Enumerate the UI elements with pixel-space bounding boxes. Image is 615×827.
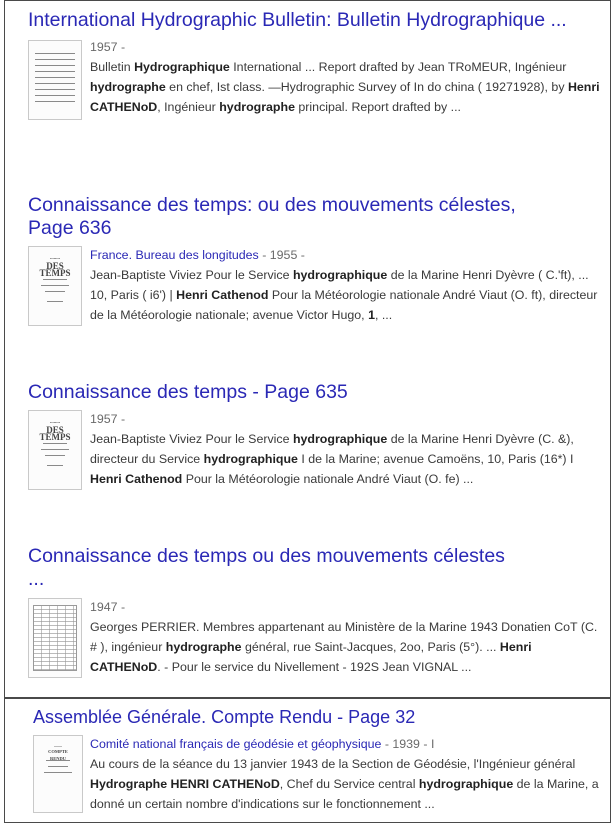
snippet-text: . - Pour le service du Nivellement - 192… <box>157 660 472 674</box>
result-body: France. Bureau des longitudes - 1955 - J… <box>90 245 605 325</box>
snippet-text: principal. Report drafted by ... <box>294 100 461 114</box>
book-thumbnail[interactable] <box>28 40 82 120</box>
thumbnail-heading: DES TEMPS <box>39 425 71 442</box>
snippet-highlight: hydrographe <box>90 80 166 94</box>
result-meta: - 1955 - <box>258 248 305 262</box>
result-body: Comité national français de géodésie et … <box>90 734 605 814</box>
result-body: 1957 - Jean-Baptiste Viviez Pour le Serv… <box>90 409 605 489</box>
snippet-text: Au cours de la séance du 13 janvier 1943… <box>90 757 576 771</box>
snippet-text: Jean-Baptiste Viviez Pour le Service <box>90 432 293 446</box>
result-meta: 1957 - <box>90 412 126 426</box>
book-thumbnail[interactable]: ........ DES TEMPS <box>28 246 82 326</box>
snippet-text: International ... Report drafted by Jean… <box>229 60 567 74</box>
result-snippet: Jean-Baptiste Viviez Pour le Service hyd… <box>90 265 605 325</box>
result-meta: 1947 - <box>90 600 126 614</box>
result-source-link[interactable]: Comité national français de géodésie et … <box>90 737 381 751</box>
result-snippet: Au cours de la séance du 13 janvier 1943… <box>90 754 605 814</box>
result-title-link[interactable]: Connaissance des temps: ou des mouvement… <box>28 194 548 240</box>
snippet-text: Pour la Météorologie nationale André Via… <box>182 472 474 486</box>
result-snippet: Jean-Baptiste Viviez Pour le Service hyd… <box>90 429 605 489</box>
snippet-text: Bulletin <box>90 60 135 74</box>
snippet-highlight: hydrographique <box>292 432 388 446</box>
snippet-text: en chef, Ist class. —Hydrographic Survey… <box>165 80 568 94</box>
snippet-highlight: Henri Cathenod <box>90 472 183 486</box>
snippet-text: , ... <box>374 308 393 322</box>
snippet-highlight: hydrographique <box>203 452 298 466</box>
snippet-highlight: hydrographe <box>219 100 295 114</box>
thumbnail-heading: DES TEMPS <box>39 261 71 278</box>
result-body: 1957 - Bulletin Hydrographique Internati… <box>90 37 605 117</box>
book-thumbnail[interactable]: ........ DES TEMPS <box>28 410 82 490</box>
book-thumbnail[interactable] <box>28 598 82 678</box>
snippet-highlight: 1 <box>368 308 375 322</box>
result-title-link[interactable]: Connaissance des temps ou des mouvements… <box>28 545 508 591</box>
result-body: 1947 - Georges PERRIER. Membres apparten… <box>90 597 605 677</box>
snippet-text: général, rue Saint-Jacques, 2oo, Paris (… <box>241 640 500 654</box>
result-title-link[interactable]: Assemblée Générale. Compte Rendu - Page … <box>33 706 593 729</box>
snippet-text: , Chef du Service central <box>279 777 419 791</box>
snippet-highlight: hydrographique <box>292 268 388 282</box>
result-snippet: Bulletin Hydrographique International ..… <box>90 57 605 117</box>
book-thumbnail[interactable]: ........ COMPTE RENDU <box>33 735 83 813</box>
result-title-link[interactable]: Connaissance des temps - Page 635 <box>28 381 588 404</box>
result-source-link[interactable]: France. Bureau des longitudes <box>90 248 259 262</box>
snippet-highlight: Henri Cathenod <box>176 288 269 302</box>
result-meta: 1957 - <box>90 40 126 54</box>
snippet-highlight: hydrographe <box>165 640 242 654</box>
snippet-highlight: Hydrographe HENRI CATHENoD <box>90 777 280 791</box>
result-meta: - 1939 - I <box>381 737 435 751</box>
snippet-text: I de la Marine; avenue Camoëns, 10, Pari… <box>297 452 574 466</box>
snippet-highlight: hydrographique <box>418 777 514 791</box>
snippet-text: Jean-Baptiste Viviez Pour le Service <box>90 268 293 282</box>
snippet-text: , Ingénieur <box>157 100 220 114</box>
result-snippet: Georges PERRIER. Membres appartenant au … <box>90 617 605 677</box>
snippet-highlight: Hydrographique <box>134 60 230 74</box>
result-title-link[interactable]: International Hydrographic Bulletin: Bul… <box>28 9 588 32</box>
